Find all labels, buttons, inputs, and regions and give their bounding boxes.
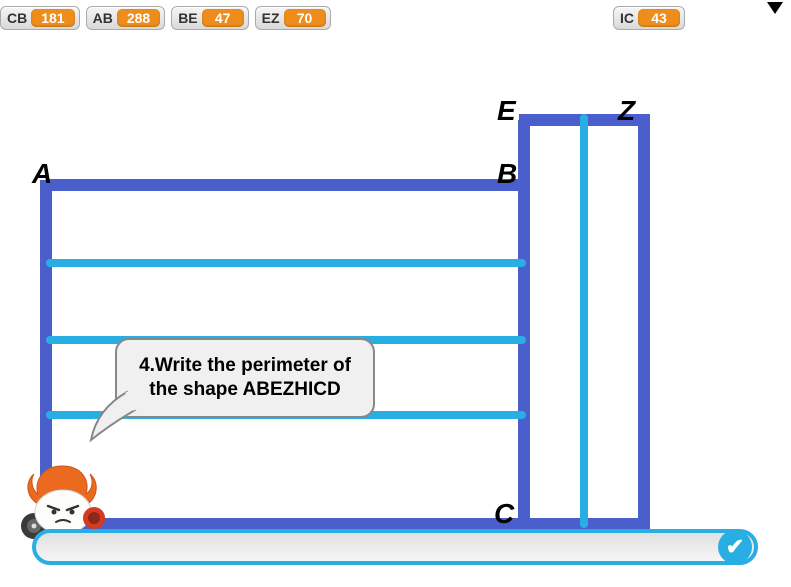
segment-value: 288 — [117, 9, 160, 27]
segment-pill-be: BE 47 — [171, 6, 248, 30]
segment-label: EZ — [262, 10, 280, 26]
answer-input[interactable] — [32, 529, 758, 565]
vertex-label-z: Z — [618, 95, 635, 127]
vertex-label-a: A — [32, 158, 52, 190]
question-text: 4.Write the perimeter of the shape ABEZH… — [139, 355, 351, 400]
answer-bar: ✔ — [32, 528, 752, 566]
segment-pill-ic: IC 43 — [613, 6, 685, 30]
question-bubble: 4.Write the perimeter of the shape ABEZH… — [115, 338, 375, 418]
segment-values-bar: CB 181 AB 288 BE 47 EZ 70 IC 43 — [0, 3, 791, 33]
segment-value: 47 — [202, 9, 244, 27]
shape-svg — [0, 40, 791, 540]
segment-value: 70 — [284, 9, 326, 27]
corner-decoration — [761, 0, 789, 18]
segment-label: AB — [93, 10, 113, 26]
segment-label: CB — [7, 10, 27, 26]
segment-pill-ez: EZ 70 — [255, 6, 331, 30]
speech-tail-icon — [87, 384, 147, 444]
vertex-label-e: E — [497, 95, 516, 127]
segment-label: BE — [178, 10, 197, 26]
check-icon: ✔ — [726, 534, 744, 560]
vertex-label-c: C — [494, 498, 514, 530]
vertex-label-b: B — [497, 158, 517, 190]
segment-pill-ab: AB 288 — [86, 6, 166, 30]
segment-value: 181 — [31, 9, 74, 27]
geometry-canvas: A B E Z C — [0, 40, 791, 540]
segment-pill-cb: CB 181 — [0, 6, 80, 30]
segment-label: IC — [620, 10, 634, 26]
segment-value: 43 — [638, 9, 680, 27]
submit-button[interactable]: ✔ — [718, 530, 752, 564]
